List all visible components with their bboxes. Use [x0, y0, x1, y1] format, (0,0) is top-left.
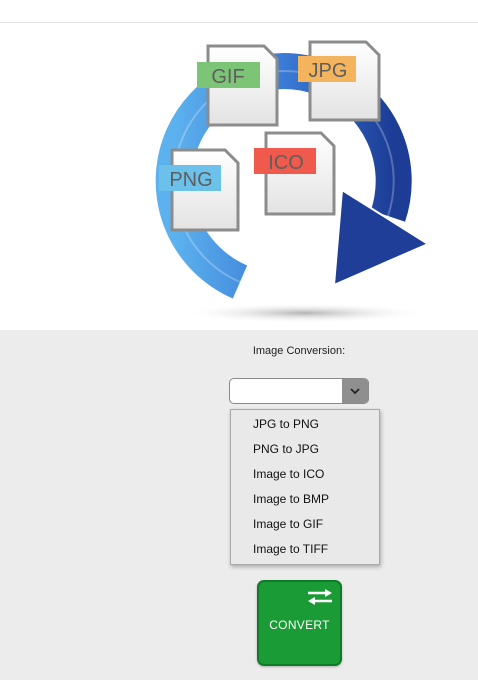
jpg-badge-label: JPG [309, 60, 348, 82]
ico-file-icon: ICO [254, 131, 336, 216]
convert-button[interactable]: CONVERT [257, 580, 342, 666]
jpg-file-icon: JPG [298, 40, 381, 122]
illustration-shadow [180, 303, 430, 323]
conversion-options-list: JPG to PNG PNG to JPG Image to ICO Image… [230, 409, 380, 565]
swap-arrows-icon [308, 589, 332, 605]
option-image-to-ico[interactable]: Image to ICO [231, 462, 379, 487]
conversion-cycle-illustration: GIF JPG PNG ICO [155, 40, 431, 323]
png-badge-label: PNG [169, 169, 212, 191]
hero-image: GIF JPG PNG ICO [0, 23, 478, 330]
option-image-to-gif[interactable]: Image to GIF [231, 512, 379, 537]
option-jpg-to-png[interactable]: JPG to PNG [231, 412, 379, 437]
conversion-select[interactable] [229, 378, 369, 404]
convert-button-label: CONVERT [269, 618, 330, 632]
top-bar [0, 0, 478, 23]
chevron-down-icon[interactable] [342, 379, 368, 403]
option-png-to-jpg[interactable]: PNG to JPG [231, 437, 379, 462]
gif-file-icon: GIF [197, 44, 279, 127]
png-file-icon: PNG [159, 148, 240, 232]
option-image-to-tiff[interactable]: Image to TIFF [231, 537, 379, 562]
option-image-to-bmp[interactable]: Image to BMP [231, 487, 379, 512]
image-conversion-label: Image Conversion: [252, 345, 346, 357]
ico-badge-label: ICO [268, 152, 304, 174]
gif-badge-label: GIF [211, 66, 244, 88]
